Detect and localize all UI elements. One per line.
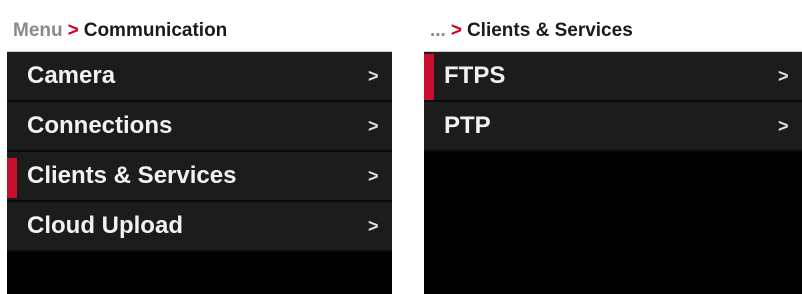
menu-item-ptp[interactable]: PTP > <box>424 102 802 152</box>
breadcrumb-current: Clients & Services <box>466 19 633 41</box>
breadcrumb-current: Communication <box>83 19 228 41</box>
menu-item-connections[interactable]: Connections > <box>7 102 392 152</box>
selection-marker <box>424 54 434 100</box>
chevron-right-icon: > <box>368 165 379 186</box>
breadcrumb-separator: > <box>450 19 462 41</box>
menu-item-label: Cloud Upload <box>27 212 183 239</box>
breadcrumb-root[interactable]: ... <box>430 20 446 42</box>
menu-item-clients-services[interactable]: Clients & Services > <box>7 152 392 202</box>
chevron-right-icon: > <box>368 215 379 236</box>
menu-item-label: Clients & Services <box>27 162 237 189</box>
menu-item-camera[interactable]: Camera > <box>7 52 392 102</box>
breadcrumb-root[interactable]: Menu <box>13 20 63 42</box>
menu-item-label: PTP <box>444 112 491 139</box>
chevron-right-icon: > <box>368 65 379 86</box>
breadcrumb-separator: > <box>67 19 79 41</box>
selection-marker <box>7 158 17 198</box>
menu-item-label: FTPS <box>444 62 506 89</box>
breadcrumb: ... > Clients & Services <box>424 10 802 52</box>
chevron-right-icon: > <box>778 115 789 136</box>
chevron-right-icon: > <box>778 65 789 86</box>
breadcrumb: Menu > Communication <box>7 10 392 52</box>
clients-services-menu-panel: ... > Clients & Services FTPS > PTP > <box>424 10 802 294</box>
menu-item-label: Camera <box>27 62 116 89</box>
chevron-right-icon: > <box>368 115 379 136</box>
menu-item-ftps[interactable]: FTPS > <box>424 52 802 102</box>
communication-menu-panel: Menu > Communication Camera > Connection… <box>7 10 392 294</box>
menu-item-label: Connections <box>27 112 173 139</box>
menu-item-cloud-upload[interactable]: Cloud Upload > <box>7 202 392 252</box>
